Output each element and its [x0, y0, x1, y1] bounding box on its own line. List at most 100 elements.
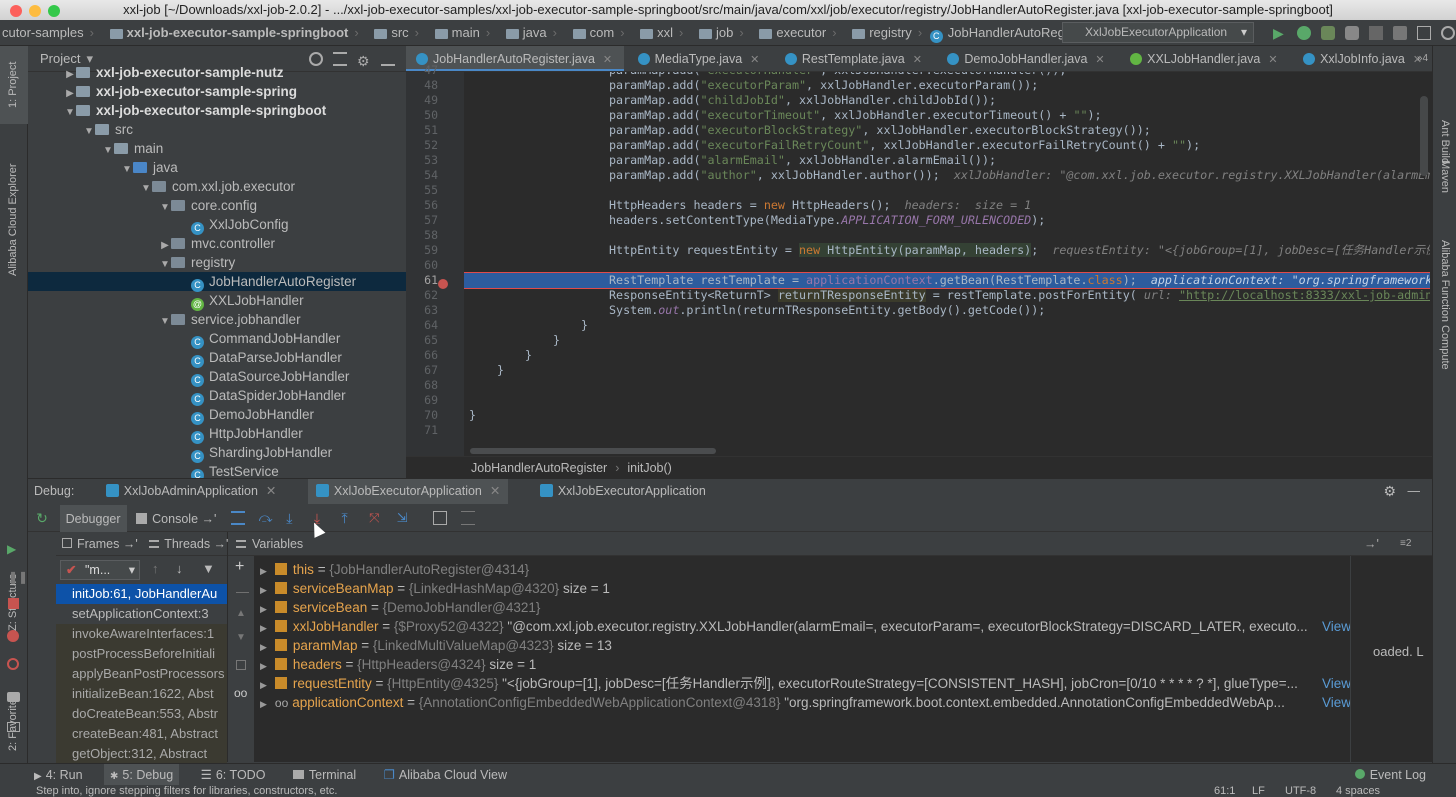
view-link[interactable]: View — [1322, 693, 1350, 712]
tree-item[interactable]: ▼ main — [28, 139, 406, 158]
close-window-button[interactable] — [10, 5, 22, 17]
minimize-icon[interactable]: — — [1408, 479, 1421, 504]
horizontal-scrollbar[interactable] — [470, 448, 716, 454]
tree-item[interactable]: ▼ xxl-job-executor-sample-springboot — [28, 101, 406, 120]
nav-crumb[interactable]: executor › — [749, 20, 838, 45]
variable-row[interactable]: ▶ serviceBean = {DemoJobHandler@4321} — [228, 598, 1350, 617]
profile-icon[interactable] — [1345, 26, 1359, 40]
step-into-icon[interactable]: ⤓ — [286, 511, 300, 525]
step-out-icon[interactable]: ⤒ — [342, 511, 356, 525]
editor-tab[interactable]: XXLJobHandler.java ✕ — [1120, 46, 1290, 71]
ant-build-tool-button[interactable]: Ant Build — [1439, 120, 1451, 164]
run-to-cursor-icon[interactable]: ⇲ — [397, 511, 411, 525]
stack-frame[interactable]: initJob:61, JobHandlerAu — [56, 584, 227, 604]
breadcrumb-method[interactable]: initJob() — [627, 461, 671, 475]
stack-frame[interactable]: createBean:481, Abstract — [56, 724, 227, 744]
tree-item[interactable]: C XxlJobConfig — [28, 215, 406, 235]
gear-icon[interactable]: ⚙ — [1383, 479, 1396, 504]
editor-tab[interactable]: MediaType.java ✕ — [628, 46, 772, 71]
maven-tool-button[interactable]: Maven — [1439, 160, 1451, 193]
debug-icon[interactable] — [1297, 26, 1311, 40]
tree-item[interactable]: C ShardingJobHandler — [28, 443, 406, 463]
stack-frame[interactable]: invokeAwareInterfaces:1 — [56, 624, 227, 644]
variable-row[interactable]: ▶ paramMap = {LinkedMultiValueMap@4323} s… — [228, 636, 1350, 655]
close-icon[interactable]: ✕ — [913, 54, 922, 66]
close-icon[interactable]: ✕ — [490, 484, 500, 498]
nav-crumb[interactable]: cutor-samples › — [0, 20, 96, 45]
search-icon[interactable] — [1441, 26, 1455, 40]
tree-item[interactable]: C CommandJobHandler — [28, 329, 406, 349]
variable-row[interactable]: ▶ oo applicationContext = {AnnotationConfi… — [228, 693, 1350, 712]
maximize-window-button[interactable] — [48, 5, 60, 17]
tree-item[interactable]: @ XXLJobHandler — [28, 291, 406, 311]
indent-setting[interactable]: 4 spaces — [1336, 785, 1380, 797]
stop-icon[interactable] — [8, 598, 19, 609]
project-tool-button[interactable]: 1: Project — [7, 62, 19, 108]
variable-row[interactable]: ▶ this = {JobHandlerAutoRegister@4314} — [228, 560, 1350, 579]
minimize-window-button[interactable] — [29, 5, 41, 17]
tree-item[interactable]: ▼ core.config — [28, 196, 406, 215]
nav-crumb[interactable]: com › — [563, 20, 627, 45]
frame-down-icon[interactable]: ↓ — [176, 561, 183, 576]
rerun-icon[interactable]: ↻ — [28, 504, 56, 532]
debug-session-tab[interactable]: XxlJobAdminApplication ✕ — [105, 479, 276, 504]
editor-tab[interactable]: RestTemplate.java ✕ — [775, 46, 934, 71]
nav-crumb[interactable]: job › — [689, 20, 746, 45]
tree-item[interactable]: C HttpJobHandler — [28, 424, 406, 444]
project-structure-icon[interactable] — [1417, 26, 1431, 40]
tree-item[interactable]: ▼ service.jobhandler — [28, 310, 406, 329]
tree-item[interactable]: ▶ xxl-job-executor-sample-spring — [28, 82, 406, 101]
tree-item[interactable]: ▼ com.xxl.job.executor — [28, 177, 406, 196]
cloud-view-tool-button[interactable]: ❐ Alibaba Cloud View — [378, 764, 513, 786]
run-configuration-select[interactable]: XxlJobExecutorApplication ▾ — [1062, 22, 1254, 43]
tree-item[interactable]: C TestService — [28, 462, 406, 478]
layout-toggle[interactable]: ≡2 — [1400, 532, 1411, 556]
view-link[interactable]: View — [1322, 617, 1350, 636]
file-encoding[interactable]: UTF-8 — [1285, 785, 1316, 797]
close-icon[interactable]: ✕ — [1268, 54, 1277, 66]
resume-icon[interactable]: ▶ — [7, 542, 16, 556]
thread-select[interactable]: ✔ "m... ▾ — [60, 560, 140, 580]
variable-row[interactable]: ▶ requestEntity = {HttpEntity@4325} "<{jo… — [228, 674, 1350, 693]
step-over-icon[interactable]: ⤼ — [259, 511, 273, 525]
frame-up-icon[interactable]: ↑ — [152, 561, 159, 576]
pause-icon[interactable]: ❚❚ — [8, 570, 28, 584]
nav-crumb[interactable]: src › — [364, 20, 421, 45]
tree-item[interactable]: ▼ src — [28, 120, 406, 139]
close-icon[interactable]: ✕ — [266, 484, 276, 498]
drop-frame-icon[interactable]: ⤧ — [369, 511, 383, 525]
close-icon[interactable]: ✕ — [1095, 54, 1104, 66]
nav-crumb[interactable]: xxl-job-executor-sample-springboot › — [100, 20, 361, 45]
debug-session-tab[interactable]: XxlJobExecutorApplication ✕ — [307, 479, 509, 504]
editor-tab[interactable]: XxlJobInfo.java ✕ — [1293, 46, 1432, 71]
nav-crumb[interactable]: java › — [496, 20, 559, 45]
coverage-icon[interactable] — [1321, 26, 1335, 40]
show-execution-point-icon[interactable] — [231, 511, 246, 525]
tree-item[interactable]: ▶ xxl-job-executor-sample-nutz — [28, 63, 406, 82]
nav-crumb[interactable]: main › — [425, 20, 493, 45]
nav-crumb[interactable]: xxl › — [630, 20, 685, 45]
camera-icon[interactable] — [7, 692, 20, 702]
terminal-tool-button[interactable]: Terminal — [287, 764, 362, 786]
view-link[interactable]: View — [1322, 674, 1350, 693]
tree-item[interactable]: ▼ registry — [28, 253, 406, 272]
event-log-button[interactable]: Event Log — [1349, 764, 1432, 786]
tree-item[interactable]: C DataSpiderJobHandler — [28, 386, 406, 406]
variable-row[interactable]: ▶ xxlJobHandler = {$Proxy52@4322} "@com.x… — [228, 617, 1350, 636]
layout-icon[interactable] — [7, 722, 20, 732]
more-tabs-button[interactable]: »4 — [1417, 46, 1428, 72]
stack-frame[interactable]: applyBeanPostProcessors — [56, 664, 227, 684]
view-breakpoints-icon[interactable] — [7, 630, 19, 642]
tree-item[interactable]: C JobHandlerAutoRegister — [28, 272, 406, 292]
stack-frame[interactable]: getObject:312, Abstract — [56, 744, 227, 764]
threads-tab[interactable]: Threads →' — [149, 537, 228, 551]
close-icon[interactable]: ✕ — [603, 54, 612, 66]
stack-frame[interactable]: setApplicationContext:3 — [56, 604, 227, 624]
stack-frame[interactable]: initializeBean:1622, Abst — [56, 684, 227, 704]
debugger-tab[interactable]: Debugger — [59, 505, 127, 533]
frames-tab[interactable]: Frames →' — [56, 537, 138, 551]
close-icon[interactable]: ✕ — [750, 54, 759, 66]
code-area[interactable]: paramMap.add("executorHandler", xxlJobHa… — [464, 72, 1430, 456]
breakpoint-icon[interactable] — [438, 279, 448, 289]
tree-item[interactable]: C DemoJobHandler — [28, 405, 406, 425]
